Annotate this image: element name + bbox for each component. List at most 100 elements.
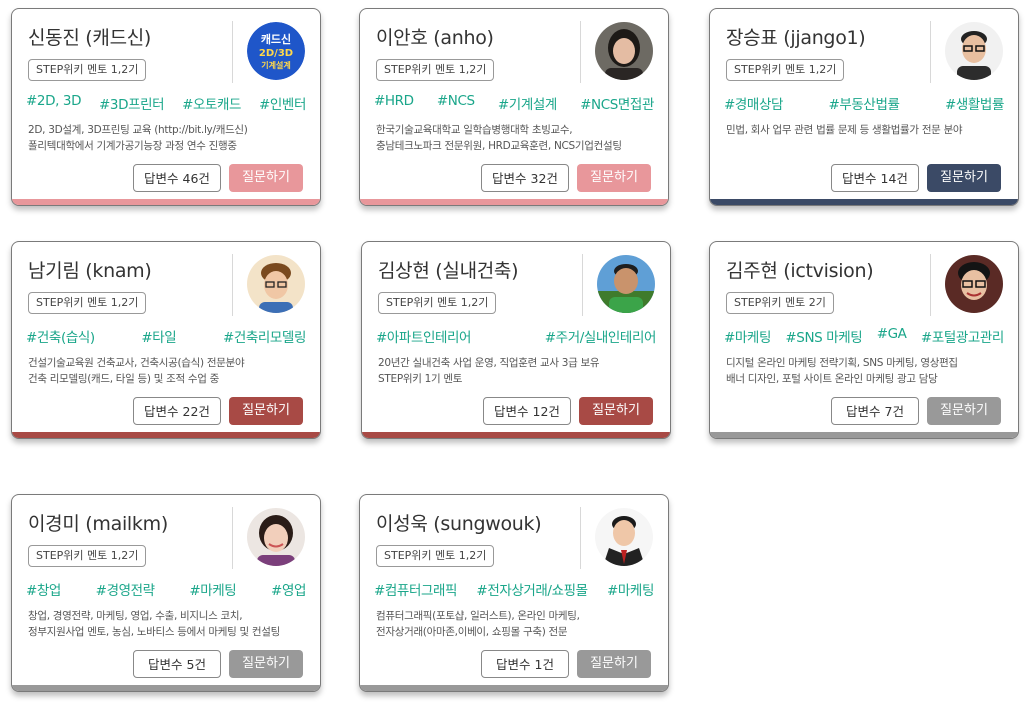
mentor-card[interactable]: 김주현 (ictvision) STEP위키 멘토 2기 #마케팅 #SNS 마케팅 #…	[709, 241, 1019, 439]
hashtag-link[interactable]: #포털광고관리	[921, 326, 1004, 346]
card-divider	[232, 507, 233, 569]
hashtag-link[interactable]: #컴퓨터그래픽	[374, 579, 457, 599]
mentor-badge: STEP위키 멘토 1,2기	[28, 292, 147, 314]
hashtag-link[interactable]: #NCS	[437, 93, 475, 113]
answer-count-button[interactable]: 답변수 14건	[831, 164, 919, 192]
avatar-text-2: 2D/3D	[259, 48, 293, 59]
hashtag-link[interactable]: #부동산법률	[828, 93, 899, 113]
hashtag-link[interactable]: #타일	[141, 326, 176, 346]
mentor-card[interactable]: 장승표 (jjango1) STEP위키 멘토 1,2기 #경매상담 #부동산법률 #생…	[709, 8, 1019, 206]
description-line: 민법, 회사 업무 관련 법률 문제 등 생활법률가 전문 분야	[726, 124, 963, 136]
card-divider	[232, 21, 233, 83]
mentor-description: 20년간 실내건축 사업 운영, 직업훈련 교사 3급 보유 STEP위키 1기 …	[378, 355, 660, 387]
card-divider	[232, 254, 233, 316]
cad-logo-icon: 캐드신 2D/3D 기계설계	[247, 22, 305, 80]
hashtag-link[interactable]: #생활법률	[945, 93, 1004, 113]
description-line: 정부지원사업 멘토, 농심, 노바티스 등에서 마케팅 및 컨설팅	[28, 626, 280, 638]
tag-list: #2D, 3D #3D프린터 #오토캐드 #인벤터	[26, 93, 306, 113]
description-line: 창업, 경영전략, 마케팅, 영업, 수출, 비지니스 코치,	[28, 610, 243, 622]
hashtag-link[interactable]: #건축(습식)	[26, 326, 95, 346]
answer-count-button[interactable]: 답변수 32건	[481, 164, 569, 192]
hashtag-link[interactable]: #SNS 마케팅	[785, 326, 862, 346]
hashtag-link[interactable]: #NCS면접관	[580, 93, 654, 113]
hashtag-link[interactable]: #전자상거래/쇼핑몰	[476, 579, 588, 599]
hashtag-link[interactable]: #건축리모델링	[223, 326, 306, 346]
hashtag-link[interactable]: #마케팅	[189, 579, 236, 599]
description-line: STEP위키 1기 멘토	[378, 373, 463, 385]
card-accent-bar	[12, 432, 320, 438]
mentor-description: 2D, 3D설계, 3D프린팅 교육 (http://bit.ly/캐드신) 폴리…	[28, 122, 310, 154]
tag-list: #아파트인테리어 #주거/실내인테리어	[376, 326, 656, 346]
ask-question-button[interactable]: 질문하기	[927, 397, 1001, 425]
hashtag-link[interactable]: #경영전략	[96, 579, 155, 599]
mentor-badge: STEP위키 멘토 1,2기	[726, 59, 845, 81]
mentor-card[interactable]: 남기림 (knam) STEP위키 멘토 1,2기 #건축(습식) #타일 #건축리모델…	[11, 241, 321, 439]
description-line: 한국기술교육대학교 일학습병행대학 초빙교수,	[376, 124, 573, 136]
hashtag-link[interactable]: #기계설계	[498, 93, 557, 113]
mentor-card[interactable]: 김상현 (실내건축) STEP위키 멘토 1,2기 #아파트인테리어 #주거/실내인테…	[361, 241, 671, 439]
description-line: 컴퓨터그래픽(포토샵, 일러스트), 온라인 마케팅,	[376, 610, 580, 622]
description-line: 전자상거래(아마존,이베이, 쇼핑몰 구축) 전문	[376, 626, 568, 638]
answer-count-button[interactable]: 답변수 46건	[133, 164, 221, 192]
card-divider	[580, 21, 581, 83]
description-line: 디지털 온라인 마케팅 전략기획, SNS 마케팅, 영상편집	[726, 357, 958, 369]
tag-list: #건축(습식) #타일 #건축리모델링	[26, 326, 306, 346]
mentor-badge: STEP위키 멘토 2기	[726, 292, 834, 314]
hashtag-link[interactable]: #영업	[271, 579, 306, 599]
mentor-avatar	[247, 508, 305, 566]
person-photo-icon	[595, 508, 653, 566]
person-photo-icon	[247, 255, 305, 313]
hashtag-link[interactable]: #3D프린터	[99, 93, 165, 113]
answer-count-button[interactable]: 답변수 1건	[481, 650, 569, 678]
person-photo-icon	[247, 508, 305, 566]
hashtag-link[interactable]: #창업	[26, 579, 61, 599]
ask-question-button[interactable]: 질문하기	[579, 397, 653, 425]
answer-count-button[interactable]: 답변수 12건	[483, 397, 571, 425]
hashtag-link[interactable]: #2D, 3D	[26, 93, 81, 113]
mentor-name: 장승표 (jjango1)	[726, 27, 866, 49]
mentor-name: 이성욱 (sungwouk)	[376, 513, 542, 535]
ask-question-button[interactable]: 질문하기	[229, 650, 303, 678]
ask-question-button[interactable]: 질문하기	[577, 650, 651, 678]
card-divider	[580, 507, 581, 569]
tag-list: #컴퓨터그래픽 #전자상거래/쇼핑몰 #마케팅	[374, 579, 654, 599]
answer-count-button[interactable]: 답변수 7건	[831, 397, 919, 425]
ask-question-button[interactable]: 질문하기	[577, 164, 651, 192]
ask-question-button[interactable]: 질문하기	[229, 164, 303, 192]
description-line: 배너 디자인, 포털 사이트 온라인 마케팅 광고 담당	[726, 373, 938, 385]
mentor-avatar	[945, 22, 1003, 80]
mentor-avatar	[595, 22, 653, 80]
hashtag-link[interactable]: #주거/실내인테리어	[545, 326, 657, 346]
tag-list: #HRD #NCS #기계설계 #NCS면접관	[374, 93, 654, 113]
description-line: 폴리텍대학에서 기계가공기능장 과정 연수 진행중	[28, 140, 237, 152]
mentor-description: 디지털 온라인 마케팅 전략기획, SNS 마케팅, 영상편집배너 디자인, 포…	[726, 355, 1008, 387]
avatar-text-3: 기계설계	[261, 60, 290, 70]
hashtag-link[interactable]: #오토캐드	[182, 93, 241, 113]
mentor-card[interactable]: 이성욱 (sungwouk) STEP위키 멘토 1,2기 #컴퓨터그래픽 #전자상거…	[359, 494, 669, 692]
mentor-name: 신동진 (캐드신)	[28, 27, 152, 49]
mentor-card[interactable]: 이안호 (anho) STEP위키 멘토 1,2기 #HRD #NCS #기계설계 #NC…	[359, 8, 669, 206]
hashtag-link[interactable]: #마케팅	[607, 579, 654, 599]
mentor-avatar	[247, 255, 305, 313]
description-line: 충남테크노파크 전문위원, HRD교육훈련, NCS기업컨설팅	[376, 140, 622, 152]
description-line: 20년간 실내건축 사업 운영, 직업훈련 교사 3급 보유	[378, 357, 600, 369]
tag-list: #마케팅 #SNS 마케팅 #GA #포털광고관리	[724, 326, 1004, 346]
hashtag-link[interactable]: #마케팅	[724, 326, 771, 346]
mentor-card[interactable]: 이경미 (mailkm) STEP위키 멘토 1,2기 #창업 #경영전략 #마케팅 #영…	[11, 494, 321, 692]
mentor-avatar	[597, 255, 655, 313]
hashtag-link[interactable]: #경매상담	[724, 93, 783, 113]
card-accent-bar	[362, 432, 670, 438]
hashtag-link[interactable]: #GA	[877, 326, 907, 346]
ask-question-button[interactable]: 질문하기	[927, 164, 1001, 192]
hashtag-link[interactable]: #HRD	[374, 93, 414, 113]
answer-count-button[interactable]: 답변수 5건	[133, 650, 221, 678]
mentor-badge: STEP위키 멘토 1,2기	[376, 59, 495, 81]
mentor-name: 이경미 (mailkm)	[28, 513, 168, 535]
mentor-description: 한국기술교육대학교 일학습병행대학 초빙교수, 충남테크노파크 전문위원, HRD…	[376, 122, 658, 154]
mentor-badge: STEP위키 멘토 1,2기	[28, 59, 147, 81]
answer-count-button[interactable]: 답변수 22건	[133, 397, 221, 425]
hashtag-link[interactable]: #인벤터	[259, 93, 306, 113]
mentor-card[interactable]: 신동진 (캐드신) 캐드신 2D/3D 기계설계 STEP위키 멘토 1,2기 #2D, …	[11, 8, 321, 206]
ask-question-button[interactable]: 질문하기	[229, 397, 303, 425]
hashtag-link[interactable]: #아파트인테리어	[376, 326, 471, 346]
